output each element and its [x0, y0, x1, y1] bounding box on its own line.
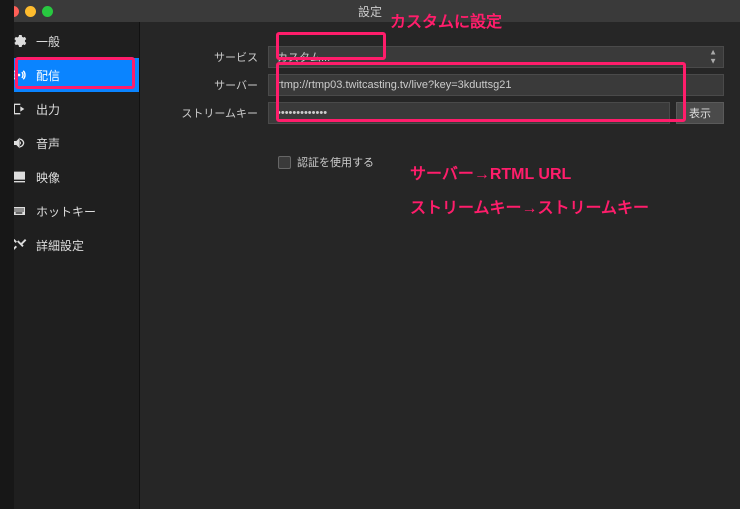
- streamkey-label: ストリームキー: [140, 105, 268, 121]
- server-label: サーバー: [140, 77, 268, 93]
- auth-checkbox[interactable]: [278, 156, 291, 169]
- server-value: rtmp://rtmp03.twitcasting.tv/live?key=3k…: [277, 79, 511, 91]
- service-value: カスタム...: [277, 49, 330, 65]
- sidebar-item-label: 一般: [36, 33, 60, 50]
- content-pane: サービス カスタム... ▲▼ サーバー rtmp://rtmp03.twitc…: [140, 22, 740, 509]
- auth-checkbox-label: 認証を使用する: [297, 154, 374, 170]
- service-select[interactable]: カスタム... ▲▼: [268, 46, 724, 68]
- sidebar-item-label: 音声: [36, 135, 60, 152]
- server-input[interactable]: rtmp://rtmp03.twitcasting.tv/live?key=3k…: [268, 74, 724, 96]
- maximize-icon[interactable]: [42, 6, 53, 17]
- sidebar-item-video[interactable]: 映像: [0, 160, 139, 194]
- sidebar: 一般 配信 出力 音声 映像: [0, 22, 140, 509]
- streamkey-input[interactable]: •••••••••••••: [268, 102, 670, 124]
- sidebar-item-label: 配信: [36, 67, 60, 84]
- service-label: サービス: [140, 49, 268, 65]
- sidebar-strip: [0, 0, 14, 509]
- minimize-icon[interactable]: [25, 6, 36, 17]
- titlebar: 設定: [0, 0, 740, 22]
- sidebar-item-label: 出力: [36, 101, 60, 118]
- sidebar-item-audio[interactable]: 音声: [0, 126, 139, 160]
- sidebar-item-label: 映像: [36, 169, 60, 186]
- sidebar-item-advanced[interactable]: 詳細設定: [0, 228, 139, 262]
- show-button[interactable]: 表示: [676, 102, 724, 124]
- sidebar-item-label: ホットキー: [36, 203, 96, 220]
- chevron-updown-icon: ▲▼: [709, 49, 717, 66]
- window-title: 設定: [0, 3, 740, 20]
- streamkey-value: •••••••••••••: [277, 107, 327, 119]
- sidebar-item-hotkeys[interactable]: ホットキー: [0, 194, 139, 228]
- sidebar-item-general[interactable]: 一般: [0, 24, 139, 58]
- sidebar-item-stream[interactable]: 配信: [0, 58, 139, 92]
- sidebar-item-label: 詳細設定: [36, 237, 84, 254]
- sidebar-item-output[interactable]: 出力: [0, 92, 139, 126]
- annotation-streamkey: ストリームキー→ストリームキー: [410, 194, 649, 218]
